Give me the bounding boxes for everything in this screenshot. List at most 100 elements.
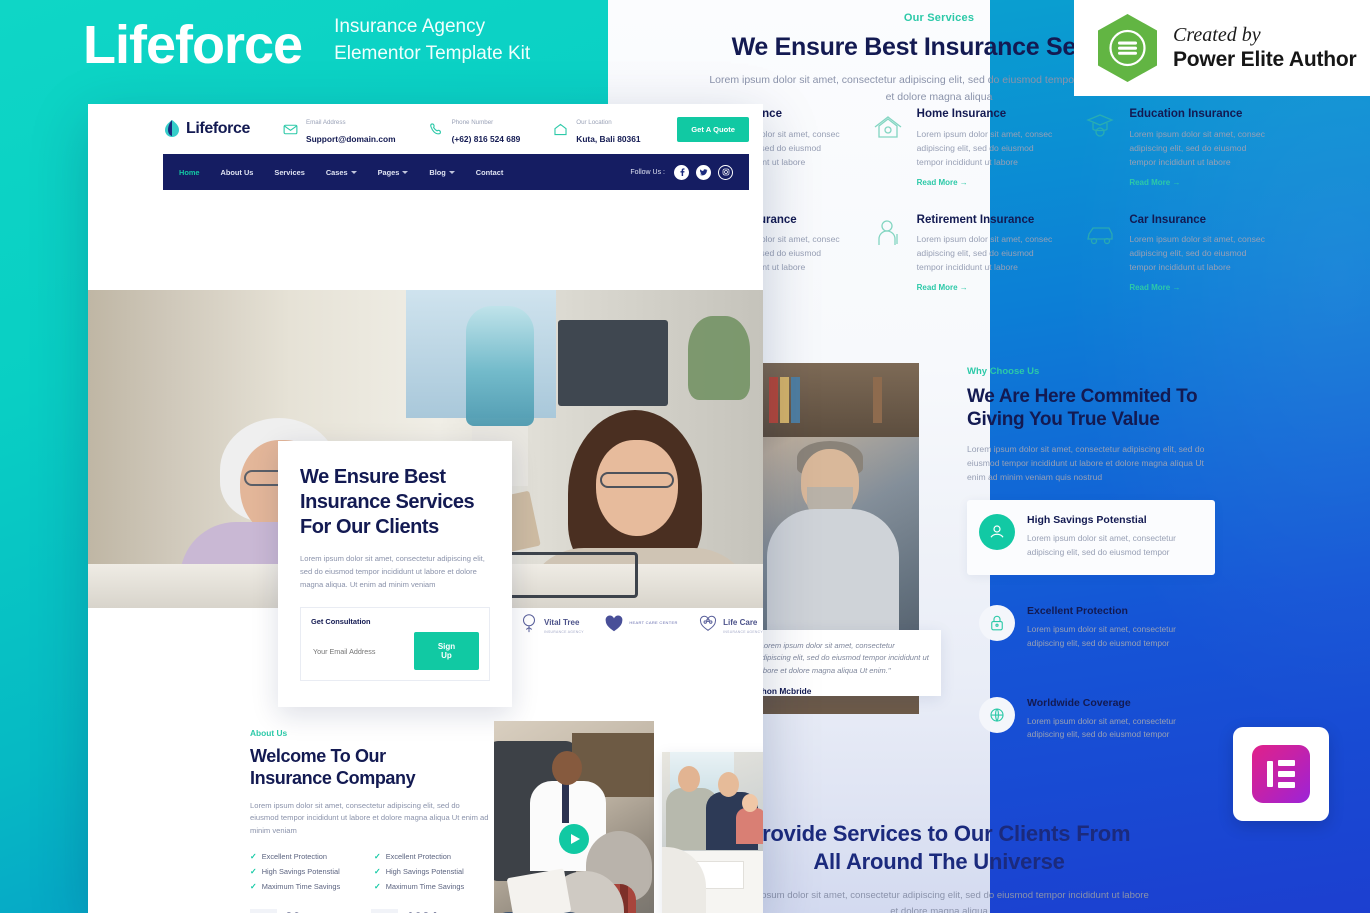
- about-photo-secondary: [662, 752, 763, 913]
- elementor-badge: [1233, 727, 1329, 821]
- nav-label: Cases: [325, 167, 348, 177]
- topbar-location-value: Kuta, Bali 80361: [576, 134, 641, 144]
- nav-item-pages[interactable]: Pages: [378, 168, 409, 177]
- chevron-down-icon: [402, 170, 409, 174]
- hero-water-cooler: [466, 306, 534, 426]
- read-more-link[interactable]: Read More →: [1129, 283, 1180, 292]
- read-more-link[interactable]: Read More →: [1129, 178, 1180, 187]
- service-title: Home Insurance: [916, 108, 1007, 120]
- list-item-label: Maximum Time Savings: [385, 881, 465, 891]
- heart-icon: [605, 615, 623, 632]
- lock-icon: [979, 605, 1015, 642]
- consultation-label: Get Consultation: [311, 617, 371, 627]
- retirement-insurance-icon: [869, 214, 907, 252]
- author-name: Power Elite Author: [1173, 47, 1357, 71]
- nav-item-home[interactable]: Home: [179, 168, 200, 177]
- lifeforce-logo-icon: [163, 119, 181, 139]
- consultation-form: Get Consultation Sign Up: [300, 607, 490, 682]
- kit-subtitle: Insurance Agency Elementor Template Kit: [334, 14, 530, 74]
- partner-life-care: Life Care INSURANCE AGENCY: [697, 612, 763, 634]
- service-text: Lorem ipsum dolor sit amet, consec adipi…: [916, 128, 1053, 167]
- check-icon: ✓: [250, 851, 257, 861]
- email-input[interactable]: [311, 637, 408, 665]
- photo-mother-head: [718, 772, 739, 797]
- check-icon: ✓: [374, 851, 381, 861]
- partner-tagline: INSURANCE AGENCY: [723, 630, 763, 634]
- education-insurance-icon: [1081, 108, 1119, 146]
- why-feature-text: Lorem ipsum dolor sit amet, consectetur …: [1027, 533, 1176, 557]
- topbar-email-value: Support@domain.com: [305, 134, 396, 144]
- read-more-link[interactable]: Read More →: [917, 283, 968, 292]
- why-feature-card[interactable]: Excellent Protection Lorem ipsum dolor s…: [967, 591, 1215, 666]
- nav-item-about-us[interactable]: About Us: [221, 168, 254, 177]
- partner-name: Life Care: [723, 618, 758, 627]
- site-logo[interactable]: Lifeforce: [163, 119, 250, 139]
- about-eyebrow: About Us: [250, 728, 288, 738]
- topbar-location[interactable]: Our Location Kuta, Bali 80361: [552, 111, 641, 147]
- nav-item-cases[interactable]: Cases: [326, 168, 357, 177]
- why-choose-section: Why Choose Us We Are Here Commited To Gi…: [967, 366, 1215, 758]
- testimonial-author: Jhon Mcbride: [757, 685, 812, 696]
- phone-icon: [428, 121, 445, 138]
- photo-book: [769, 377, 778, 423]
- facebook-icon[interactable]: [674, 164, 689, 180]
- testimonial-quote: "Lorem ipsum dolor sit amet, consectetur…: [757, 641, 929, 675]
- list-item-label: Excellent Protection: [261, 851, 328, 861]
- read-more-link[interactable]: Read More →: [917, 178, 968, 187]
- tree-icon: [522, 614, 536, 633]
- photo-book: [873, 377, 882, 423]
- about-title: Welcome To Our Insurance Company: [250, 745, 490, 790]
- hero-title-line2: Insurance Services: [300, 491, 475, 513]
- hero-title-line1: We Ensure Best: [300, 466, 446, 488]
- photo-baby-body: [736, 808, 763, 844]
- kit-title-block: Lifeforce Insurance Agency Elementor Tem…: [83, 14, 530, 74]
- service-card[interactable]: Retirement Insurance Lorem ipsum dolor s…: [869, 214, 1058, 296]
- nav-item-contact[interactable]: Contact: [476, 168, 504, 177]
- car-insurance-icon: [1081, 214, 1119, 252]
- twitter-icon[interactable]: [696, 164, 711, 180]
- check-icon: ✓: [250, 866, 257, 876]
- hero-paragraph: Lorem ipsum dolor sit amet, consectetur …: [300, 554, 485, 590]
- nav-item-services[interactable]: Services: [274, 168, 304, 177]
- service-card[interactable]: Education Insurance Lorem ipsum dolor si…: [1081, 108, 1270, 190]
- provide-title-line1: Provide Services to Our Clients From: [747, 821, 1131, 846]
- hero-plant: [688, 316, 750, 400]
- service-card[interactable]: Car Insurance Lorem ipsum dolor sit amet…: [1081, 214, 1270, 296]
- nav-label: Home: [179, 167, 200, 177]
- photo-baby-head: [742, 794, 758, 812]
- photo-agent-head: [552, 751, 582, 785]
- elementor-bar: [1278, 760, 1295, 766]
- list-item: ✓ High Savings Potenstial: [374, 867, 490, 876]
- video-play-button[interactable]: [559, 824, 589, 854]
- list-item: ✓ Excellent Protection: [250, 852, 366, 861]
- topbar-email[interactable]: Email Address Support@domain.com: [282, 111, 396, 147]
- check-icon: ✓: [374, 866, 381, 876]
- check-icon: ✓: [374, 881, 381, 891]
- hero-monitor: [558, 320, 668, 406]
- topbar-phone-value: (+62) 816 524 689: [451, 134, 521, 144]
- why-feature-card[interactable]: Worldwide Coverage Lorem ipsum dolor sit…: [967, 683, 1215, 758]
- topbar-phone[interactable]: Phone Number (+62) 816 524 689: [428, 111, 521, 147]
- elementor-bar: [1278, 782, 1295, 788]
- get-a-quote-button[interactable]: Get A Quote: [677, 116, 749, 142]
- partner-tagline: INSURANCE AGENCY: [544, 630, 584, 634]
- hero-person2-glasses: [600, 472, 674, 488]
- topbar-phone-label: Phone Number: [451, 119, 494, 126]
- why-feature-title: High Savings Potenstial: [1027, 514, 1147, 527]
- nav-item-blog[interactable]: Blog: [429, 167, 455, 177]
- sign-up-button[interactable]: Sign Up: [414, 632, 479, 671]
- service-card[interactable]: Home Insurance Lorem ipsum dolor sit ame…: [869, 108, 1058, 190]
- list-item-label: Excellent Protection: [385, 851, 452, 861]
- partner-name: HEART CARE CENTER: [629, 619, 678, 625]
- site-logo-text: Lifeforce: [186, 120, 250, 137]
- nav-label: Blog: [429, 167, 446, 177]
- instagram-icon[interactable]: [718, 164, 733, 180]
- list-item-label: Maximum Time Savings: [261, 881, 341, 891]
- service-title: Education Insurance: [1129, 108, 1243, 120]
- kit-subtitle-line2: Elementor Template Kit: [334, 42, 531, 64]
- why-feature-card[interactable]: High Savings Potenstial Lorem ipsum dolo…: [967, 500, 1215, 576]
- hero-basket-object: [508, 552, 638, 598]
- partner-heart-care: HEART CARE CENTER: [603, 612, 677, 634]
- service-text: Lorem ipsum dolor sit amet, consec adipi…: [1129, 234, 1265, 273]
- hero-title: We Ensure Best Insurance Services For Ou…: [300, 465, 490, 540]
